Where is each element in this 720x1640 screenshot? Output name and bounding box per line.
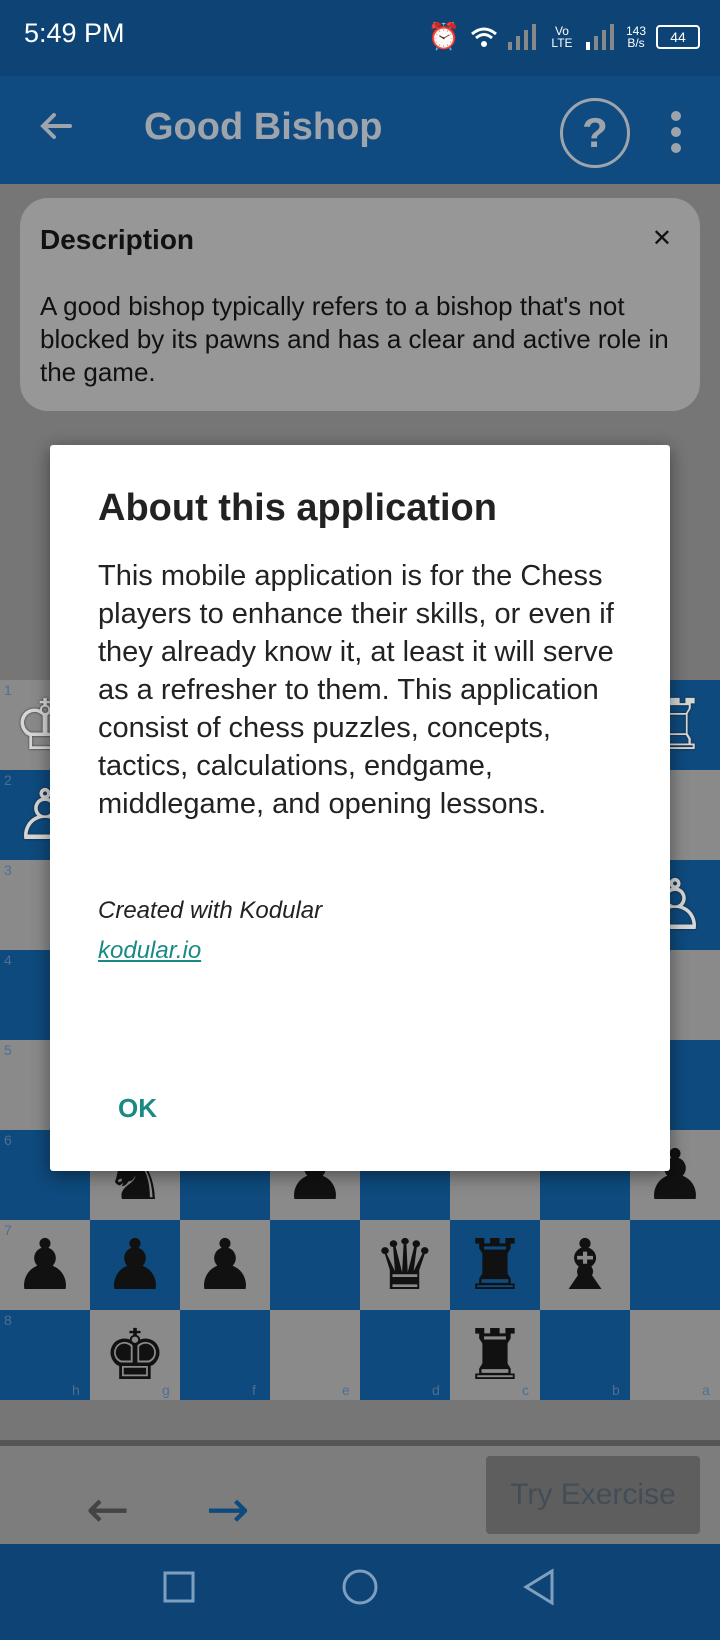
back-nav-icon[interactable] [522,1568,556,1606]
more-options-icon[interactable] [668,110,684,154]
previous-arrow-icon[interactable]: ← [86,1480,130,1540]
help-icon[interactable]: ? [560,98,630,168]
file-label: a [702,1382,710,1398]
home-icon[interactable] [341,1568,379,1606]
black-rook-piece[interactable]: ♜ [450,1220,540,1310]
status-icons: ⏰ Vo LTE 143 B/s 44 [428,20,700,54]
signal-icon [507,24,536,50]
ok-button[interactable]: OK [118,1093,157,1124]
about-dialog: About this application This mobile appli… [50,445,670,1171]
black-pawn-piece[interactable]: ♟ [90,1220,180,1310]
black-queen-piece[interactable]: ♛ [360,1220,450,1310]
bottom-action-bar: ← → Try Exercise [0,1440,720,1550]
wifi-icon [471,27,497,47]
net-speed: 143 B/s [625,24,646,50]
collapse-icon[interactable]: ✕ [652,224,672,252]
file-label: f [252,1382,256,1398]
signal-icon-2 [585,24,614,50]
description-text: A good bishop typically refers to a bish… [40,291,669,387]
file-label: b [612,1382,620,1398]
rank-label: 6 [4,1132,12,1148]
rank-label: 4 [4,952,12,968]
dialog-created-text: Created with Kodular [98,897,323,924]
file-label: h [72,1382,80,1398]
alarm-icon: ⏰ [427,22,460,52]
black-rook-piece[interactable]: ♜ [450,1310,540,1400]
file-label: d [432,1382,440,1398]
page-title: Good Bishop [144,106,383,148]
recents-icon[interactable] [162,1570,196,1604]
battery-icon: 44 [656,25,700,49]
try-exercise-button[interactable]: Try Exercise [486,1456,700,1534]
system-nav-bar [0,1544,720,1640]
next-arrow-icon[interactable]: → [206,1480,250,1540]
description-title: Description [40,224,195,255]
status-bar: 5:49 PM ⏰ Vo LTE 143 B/s 44 [0,0,720,76]
board-square[interactable] [630,1220,720,1310]
black-pawn-piece[interactable]: ♟ [0,1220,90,1310]
board-square[interactable] [180,1310,270,1400]
rank-label: 8 [4,1312,12,1328]
rank-label: 3 [4,862,12,878]
rank-label: 5 [4,1042,12,1058]
board-square[interactable] [270,1220,360,1310]
app-bar: Good Bishop ? [0,76,720,184]
network-type: Vo LTE [551,24,573,50]
dialog-title: About this application [98,487,497,529]
dialog-body: This mobile application is for the Chess… [98,560,614,820]
black-pawn-piece[interactable]: ♟ [180,1220,270,1310]
black-bishop-piece[interactable]: ♝ [540,1220,630,1310]
kodular-link[interactable]: kodular.io [98,937,201,965]
status-time: 5:49 PM [24,18,125,48]
black-king-piece[interactable]: ♚ [90,1310,180,1400]
back-arrow-icon[interactable] [36,106,76,146]
description-card: Description ✕ A good bishop typically re… [20,198,700,411]
file-label: e [342,1382,350,1398]
